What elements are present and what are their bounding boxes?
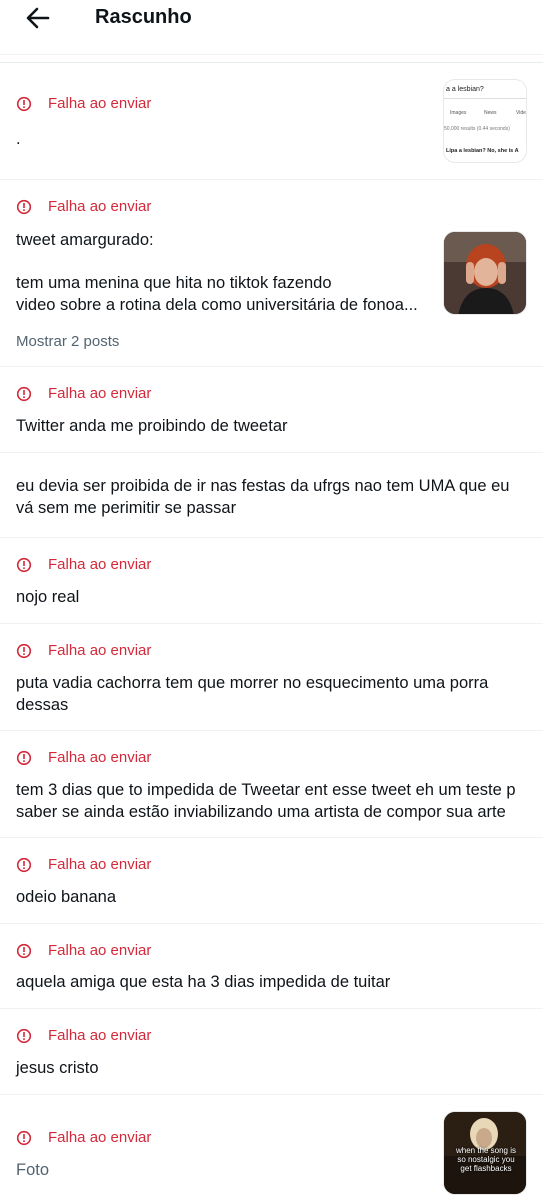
draft-item[interactable]: Falha ao enviar . a a lesbian? Images Ne… [0, 63, 543, 180]
fail-status: Falha ao enviar [16, 95, 151, 112]
draft-thumbnail[interactable] [443, 231, 527, 315]
fail-status: Falha ao enviar [16, 1027, 151, 1044]
fail-status: Falha ao enviar [16, 556, 151, 573]
draft-item[interactable]: Falha ao enviar nojo real [0, 538, 543, 624]
fail-status: Falha ao enviar [16, 385, 151, 402]
alert-circle-icon [16, 386, 32, 401]
draft-item[interactable]: Falha ao enviar Foto when the song is so… [0, 1095, 543, 1200]
thumb-query: a a lesbian? [446, 86, 484, 93]
thumb-answer: Lipa a lesbian? No, she is A [446, 148, 519, 154]
alert-circle-icon [16, 857, 32, 872]
fail-label: Falha ao enviar [48, 1129, 152, 1146]
draft-text-line: tem uma menina que hita no tiktok fazend… [16, 274, 332, 292]
draft-thumbnail[interactable]: a a lesbian? Images News Vide 50,000 res… [443, 79, 527, 163]
fail-status: Falha ao enviar [16, 856, 151, 873]
draft-item[interactable]: Falha ao enviar Twitter anda me proibind… [0, 367, 543, 453]
alert-circle-icon [16, 943, 32, 958]
alert-circle-icon [16, 199, 32, 214]
page-title: Rascunho [95, 6, 192, 28]
fail-status: Falha ao enviar [16, 749, 151, 766]
draft-text: aquela amiga que esta ha 3 dias impedida… [16, 973, 391, 991]
draft-text-line: vá sem me perimitir se passar [16, 499, 237, 517]
draft-text-line: puta vadia cachorra tem que morrer no es… [16, 674, 489, 692]
draft-text-line: saber se ainda estão inviabilizando uma … [16, 803, 506, 821]
alert-circle-icon [16, 1130, 32, 1145]
fail-label: Falha ao enviar [48, 1027, 152, 1044]
thumb-results: 50,000 results (0.44 seconds) [444, 126, 510, 132]
fail-status: Falha ao enviar [16, 942, 151, 959]
fail-label: Falha ao enviar [48, 95, 152, 112]
fail-label: Falha ao enviar [48, 942, 152, 959]
alert-circle-icon [16, 750, 32, 765]
fail-status: Falha ao enviar [16, 1129, 151, 1146]
thumb-tab-video: Vide [516, 110, 526, 116]
top-bar: Rascunho [0, 0, 543, 55]
draft-item[interactable]: Falha ao enviar tem 3 dias que to impedi… [0, 731, 543, 838]
draft-text-line: tem 3 dias que to impedida de Tweetar en… [16, 781, 516, 799]
draft-text: jesus cristo [16, 1059, 99, 1077]
draft-text-line: dessas [16, 696, 69, 714]
draft-text-line: tweet amargurado: [16, 231, 154, 249]
fail-label: Falha ao enviar [48, 198, 152, 215]
alert-circle-icon [16, 1028, 32, 1043]
alert-circle-icon [16, 643, 32, 658]
draft-thumbnail[interactable]: when the song is so nostalgic you get fl… [443, 1111, 527, 1195]
show-thread-link[interactable]: Mostrar 2 posts [16, 333, 119, 350]
alert-circle-icon [16, 557, 32, 572]
thumb-tab-images: Images [450, 110, 467, 116]
fail-status: Falha ao enviar [16, 642, 151, 659]
fail-label: Falha ao enviar [48, 642, 152, 659]
draft-text: Foto [16, 1161, 50, 1179]
fail-label: Falha ao enviar [48, 856, 152, 873]
photo-image [444, 232, 526, 314]
fail-label: Falha ao enviar [48, 556, 152, 573]
thumb-tab-news: News [484, 110, 497, 116]
draft-text: . [16, 130, 21, 148]
draft-text: nojo real [16, 588, 80, 606]
arrow-left-icon [26, 7, 50, 29]
draft-item[interactable]: Falha ao enviar puta vadia cachorra tem … [0, 624, 543, 731]
draft-item[interactable]: Falha ao enviar odeio banana [0, 838, 543, 924]
fail-status: Falha ao enviar [16, 198, 151, 215]
draft-item[interactable]: Falha ao enviar aquela amiga que esta ha… [0, 924, 543, 1009]
draft-text: odeio banana [16, 888, 117, 906]
draft-text: Twitter anda me proibindo de tweetar [16, 417, 288, 435]
alert-circle-icon [16, 96, 32, 111]
fail-label: Falha ao enviar [48, 385, 152, 402]
meme-caption: when the song is so nostalgic you get fl… [455, 1146, 517, 1173]
draft-item[interactable]: Falha ao enviar jesus cristo [0, 1009, 543, 1095]
draft-item[interactable]: Falha ao enviar tweet amargurado: tem um… [0, 180, 543, 367]
back-button[interactable] [20, 4, 56, 34]
draft-item[interactable]: eu devia ser proibida de ir nas festas d… [0, 453, 543, 538]
draft-text-line: video sobre a rotina dela como universit… [16, 296, 418, 314]
draft-text-line: eu devia ser proibida de ir nas festas d… [16, 477, 510, 495]
fail-label: Falha ao enviar [48, 749, 152, 766]
